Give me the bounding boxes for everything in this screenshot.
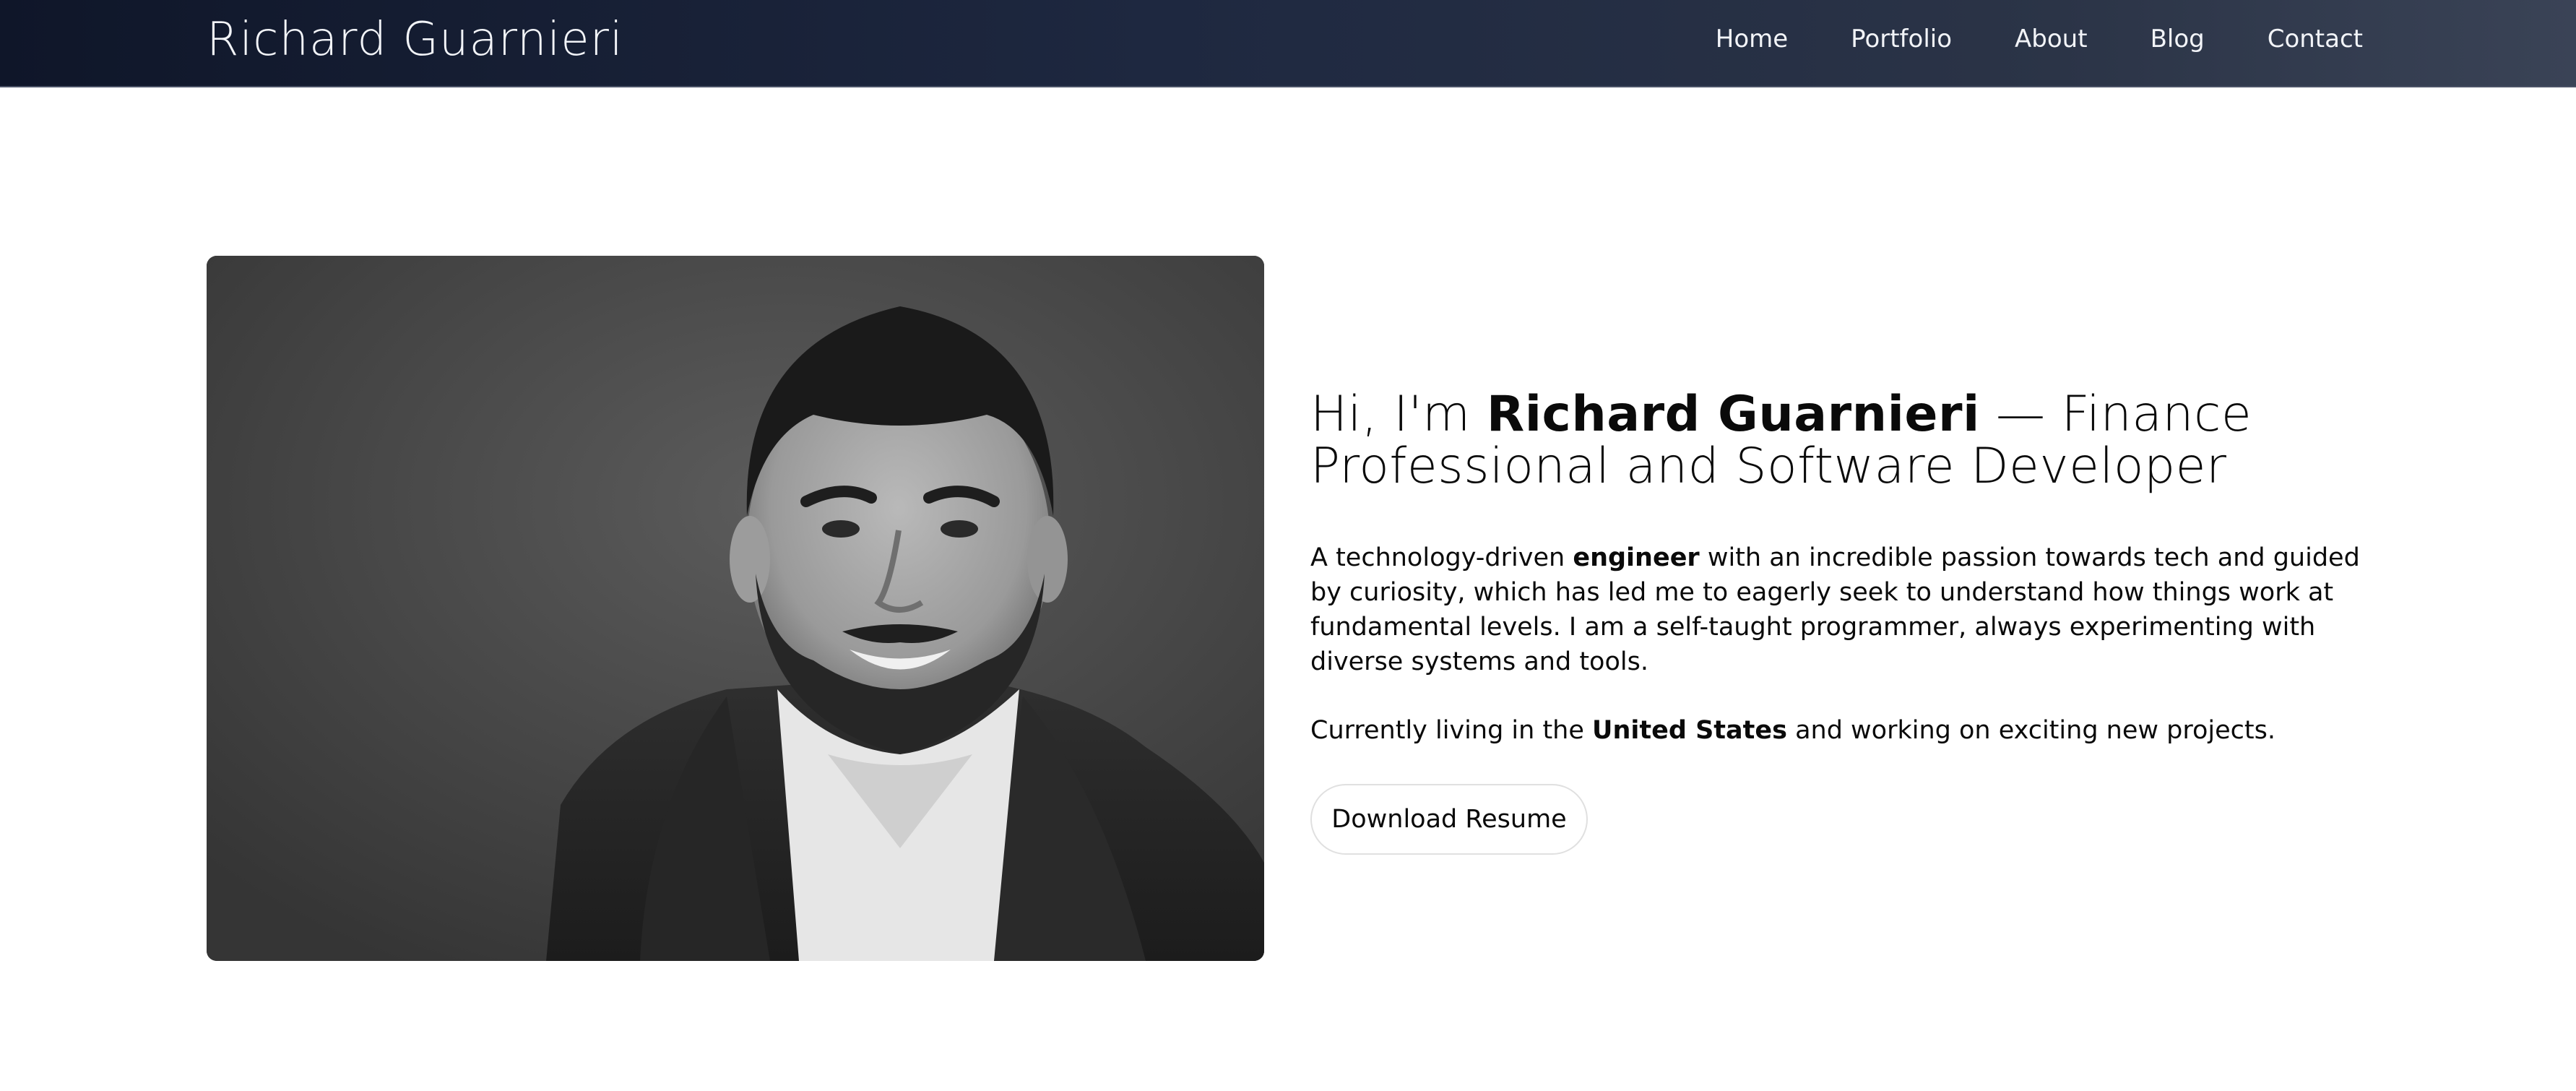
location-text-end: and working on exciting new projects. [1786,716,2275,745]
nav-about-link[interactable]: About [2015,25,2088,53]
hero-intro: Hi, I'm Richard Guarnieri — Finance Prof… [1310,389,2380,855]
headline-name: Richard Guarnieri [1486,386,1980,443]
bio-paragraph: A technology-driven engineer with an inc… [1310,540,2380,679]
bio-highlight-engineer: engineer [1573,543,1700,572]
location-paragraph: Currently living in the United States an… [1310,713,2380,748]
portrait-illustration [207,256,1264,961]
main-nav: Home Portfolio About Blog Contact [1716,25,2363,53]
nav-home-link[interactable]: Home [1716,25,1788,53]
profile-photo [207,256,1264,961]
brand-logo-link[interactable]: Richard Guarnieri [207,13,623,66]
top-navbar: Richard Guarnieri Home Portfolio About B… [0,0,2576,87]
nav-blog-link[interactable]: Blog [2151,25,2205,53]
nav-contact-link[interactable]: Contact [2268,25,2363,53]
location-text-start: Currently living in the [1310,716,1593,745]
bio-text-start: A technology-driven [1310,543,1573,572]
hero-headline: Hi, I'm Richard Guarnieri — Finance Prof… [1310,389,2380,493]
headline-greeting: Hi, I'm [1310,386,1487,443]
download-resume-button[interactable]: Download Resume [1310,784,1588,855]
nav-portfolio-link[interactable]: Portfolio [1851,25,1952,53]
location-highlight: United States [1592,716,1787,745]
